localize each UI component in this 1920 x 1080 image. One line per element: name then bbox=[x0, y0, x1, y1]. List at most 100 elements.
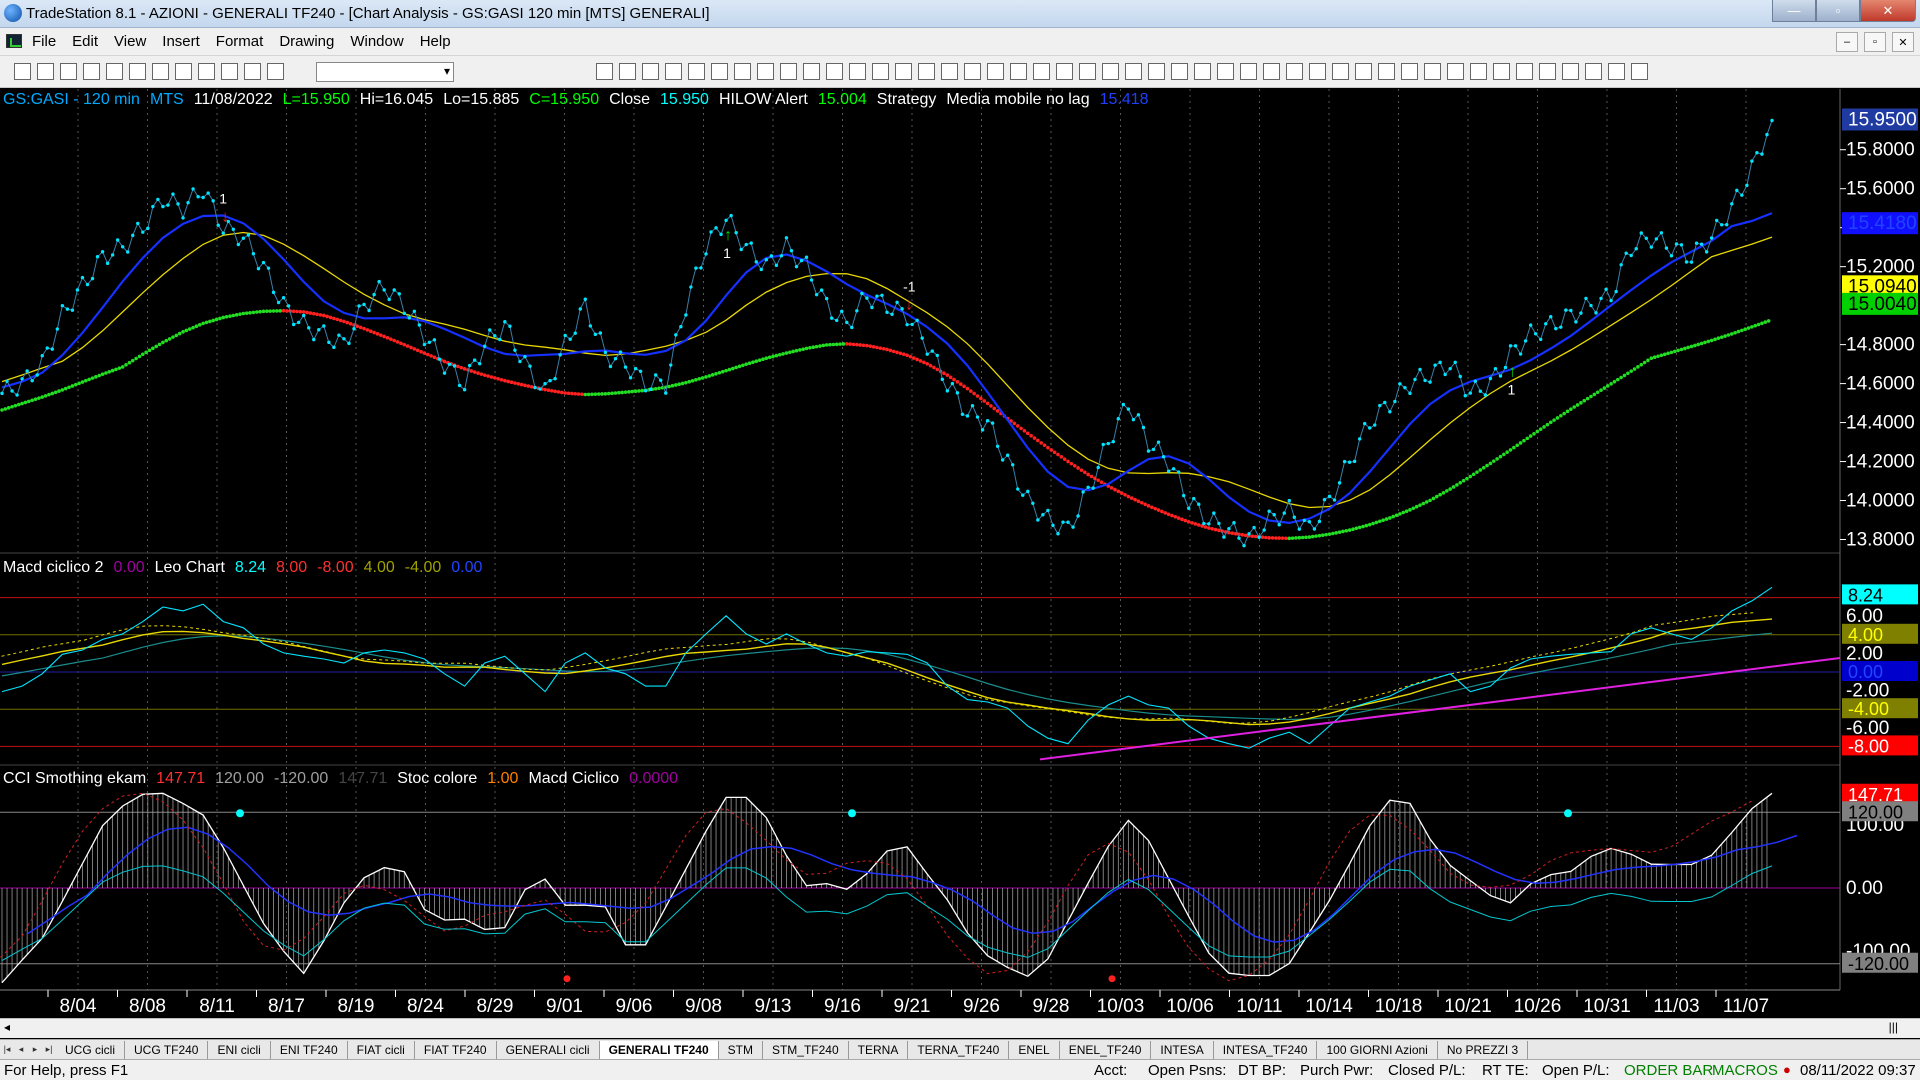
drawing-tool-icon-19[interactable] bbox=[1010, 63, 1027, 80]
child-close-button[interactable]: ✕ bbox=[1892, 32, 1914, 52]
drawing-tool-icon-36[interactable] bbox=[1401, 63, 1418, 80]
menu-file[interactable]: File bbox=[32, 33, 56, 50]
file-tool-icon-2[interactable] bbox=[37, 63, 54, 80]
drawing-tool-icon-25[interactable] bbox=[1148, 63, 1165, 80]
tab-eni-tf240[interactable]: ENI TF240 bbox=[271, 1040, 348, 1059]
tab-100-giorni-azioni[interactable]: 100 GIORNI Azioni bbox=[1317, 1040, 1438, 1059]
drawing-tool-icon-29[interactable] bbox=[1240, 63, 1257, 80]
drawing-tool-icon-10[interactable] bbox=[803, 63, 820, 80]
close-button[interactable]: ✕ bbox=[1860, 0, 1916, 22]
drawing-tool-icon-27[interactable] bbox=[1194, 63, 1211, 80]
drawing-tool-icon-44[interactable] bbox=[1585, 63, 1602, 80]
file-tool-icon-6[interactable] bbox=[129, 63, 146, 80]
maximize-button[interactable]: ▫ bbox=[1816, 0, 1860, 22]
menu-view[interactable]: View bbox=[114, 33, 146, 50]
drawing-tool-icon-1[interactable] bbox=[596, 63, 613, 80]
drawing-tool-icon-24[interactable] bbox=[1125, 63, 1142, 80]
drawing-tool-icon-39[interactable] bbox=[1470, 63, 1487, 80]
file-tool-icon-4[interactable] bbox=[83, 63, 100, 80]
drawing-tool-icon-33[interactable] bbox=[1332, 63, 1349, 80]
drawing-tool-icon-17[interactable] bbox=[964, 63, 981, 80]
drawing-tool-icon-8[interactable] bbox=[757, 63, 774, 80]
drawing-tool-icon-11[interactable] bbox=[826, 63, 843, 80]
drawing-tool-icon-20[interactable] bbox=[1033, 63, 1050, 80]
drawing-tool-icon-5[interactable] bbox=[688, 63, 705, 80]
drawing-tool-icon-43[interactable] bbox=[1562, 63, 1579, 80]
drawing-tool-icon-34[interactable] bbox=[1355, 63, 1372, 80]
drawing-tool-icon-32[interactable] bbox=[1309, 63, 1326, 80]
chart-document-icon[interactable] bbox=[6, 34, 22, 48]
drawing-tool-icon-15[interactable] bbox=[918, 63, 935, 80]
tab-intesa-tf240[interactable]: INTESA_TF240 bbox=[1214, 1040, 1318, 1059]
drawing-tool-icon-21[interactable] bbox=[1056, 63, 1073, 80]
file-tool-icon-12[interactable] bbox=[267, 63, 284, 80]
drawing-tool-icon-31[interactable] bbox=[1286, 63, 1303, 80]
drawing-tool-icon-37[interactable] bbox=[1424, 63, 1441, 80]
drawing-tool-icon-14[interactable] bbox=[895, 63, 912, 80]
drawing-tool-icon-2[interactable] bbox=[619, 63, 636, 80]
tab-intesa[interactable]: INTESA bbox=[1151, 1040, 1214, 1059]
file-tool-icon-10[interactable] bbox=[221, 63, 238, 80]
menu-window[interactable]: Window bbox=[350, 33, 403, 50]
tab-terna[interactable]: TERNA bbox=[849, 1040, 909, 1059]
tab-generali-tf240[interactable]: GENERALI TF240 bbox=[599, 1040, 719, 1059]
drawing-tool-icon-12[interactable] bbox=[849, 63, 866, 80]
drawing-tool-icon-16[interactable] bbox=[941, 63, 958, 80]
drawing-tool-icon-40[interactable] bbox=[1493, 63, 1510, 80]
drawing-tool-icon-35[interactable] bbox=[1378, 63, 1395, 80]
drawing-tool-icon-9[interactable] bbox=[780, 63, 797, 80]
drawing-tool-icon-18[interactable] bbox=[987, 63, 1004, 80]
tab-stm[interactable]: STM bbox=[719, 1040, 763, 1059]
tab-fiat-tf240[interactable]: FIAT TF240 bbox=[415, 1040, 497, 1059]
menu-drawing[interactable]: Drawing bbox=[279, 33, 334, 50]
file-tool-icon-11[interactable] bbox=[244, 63, 261, 80]
file-tool-icon-9[interactable] bbox=[198, 63, 215, 80]
tab-no-prezzi-3[interactable]: No PREZZI 3 bbox=[1438, 1040, 1529, 1059]
drawing-tool-icon-7[interactable] bbox=[734, 63, 751, 80]
menu-format[interactable]: Format bbox=[216, 33, 264, 50]
drawing-tool-icon-22[interactable] bbox=[1079, 63, 1096, 80]
drawing-tool-icon-41[interactable] bbox=[1516, 63, 1533, 80]
minimize-button[interactable]: — bbox=[1772, 0, 1816, 22]
tab-fiat-cicli[interactable]: FIAT cicli bbox=[348, 1040, 415, 1059]
symbol-combo[interactable] bbox=[316, 62, 454, 82]
menu-edit[interactable]: Edit bbox=[72, 33, 98, 50]
drawing-tool-icon-42[interactable] bbox=[1539, 63, 1556, 80]
file-tool-icon-3[interactable] bbox=[60, 63, 77, 80]
drawing-tool-icon-45[interactable] bbox=[1608, 63, 1625, 80]
drawing-tool-icon-23[interactable] bbox=[1102, 63, 1119, 80]
chart-horizontal-scrollbar[interactable]: ◂ ||| bbox=[0, 1018, 1920, 1038]
drawing-tool-icon-38[interactable] bbox=[1447, 63, 1464, 80]
tab-next-icon[interactable]: ▸ bbox=[28, 1044, 42, 1055]
child-restore-button[interactable]: ▫ bbox=[1864, 32, 1886, 52]
drawing-tool-icon-13[interactable] bbox=[872, 63, 889, 80]
file-tool-icon-1[interactable] bbox=[14, 63, 31, 80]
menu-help[interactable]: Help bbox=[420, 33, 451, 50]
drawing-tool-icon-26[interactable] bbox=[1171, 63, 1188, 80]
tab-stm-tf240[interactable]: STM_TF240 bbox=[763, 1040, 849, 1059]
tab-eni-cicli[interactable]: ENI cicli bbox=[208, 1040, 271, 1059]
file-tool-icon-7[interactable] bbox=[152, 63, 169, 80]
tab-enel[interactable]: ENEL bbox=[1009, 1040, 1060, 1059]
tab-last-icon[interactable]: ▸| bbox=[42, 1044, 56, 1055]
drawing-tool-icon-4[interactable] bbox=[665, 63, 682, 80]
chart-canvas[interactable]: 1↓↑1-1↓↑115.800015.600015.400015.200014.… bbox=[0, 89, 1920, 1018]
scroll-right-icon[interactable]: ||| bbox=[1889, 1020, 1898, 1034]
menu-insert[interactable]: Insert bbox=[162, 33, 200, 50]
tab-generali-cicli[interactable]: GENERALI cicli bbox=[497, 1040, 600, 1059]
tab-ucg-tf240[interactable]: UCG TF240 bbox=[125, 1040, 209, 1059]
order-bar-button[interactable]: ORDER BAR bbox=[1624, 1062, 1713, 1079]
drawing-tool-icon-28[interactable] bbox=[1217, 63, 1234, 80]
tab-ucg-cicli[interactable]: UCG cicli bbox=[56, 1040, 125, 1059]
scroll-left-icon[interactable]: ◂ bbox=[4, 1020, 10, 1034]
macros-button[interactable]: MACROS bbox=[1712, 1062, 1778, 1079]
tab-first-icon[interactable]: |◂ bbox=[0, 1044, 14, 1055]
drawing-tool-icon-30[interactable] bbox=[1263, 63, 1280, 80]
tab-prev-icon[interactable]: ◂ bbox=[14, 1044, 28, 1055]
drawing-tool-icon-3[interactable] bbox=[642, 63, 659, 80]
child-minimize-button[interactable]: – bbox=[1836, 32, 1858, 52]
file-tool-icon-5[interactable] bbox=[106, 63, 123, 80]
drawing-tool-icon-46[interactable] bbox=[1631, 63, 1648, 80]
file-tool-icon-8[interactable] bbox=[175, 63, 192, 80]
tab-terna-tf240[interactable]: TERNA_TF240 bbox=[908, 1040, 1010, 1059]
